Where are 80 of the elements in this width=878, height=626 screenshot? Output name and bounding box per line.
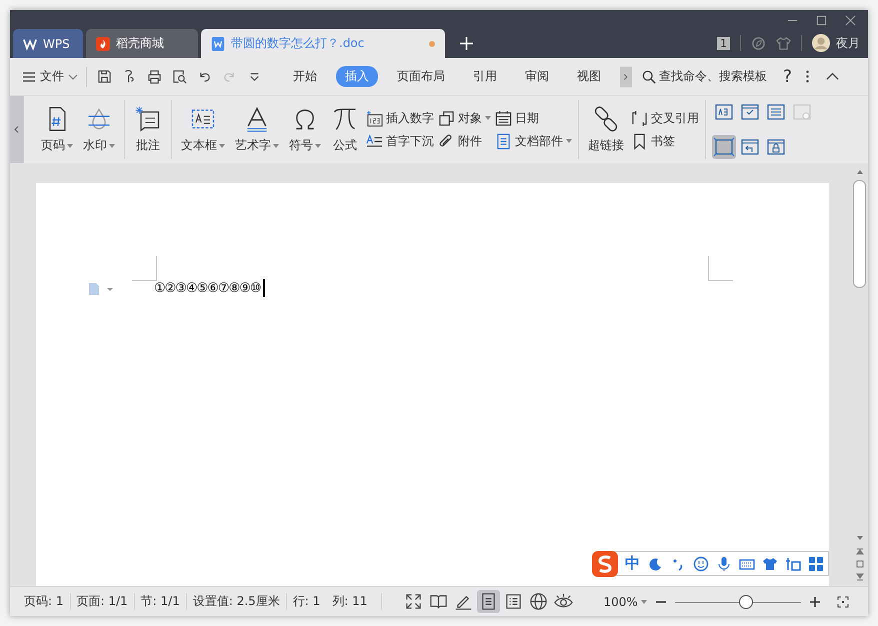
microphone-icon[interactable] xyxy=(716,556,732,572)
command-search[interactable]: 查找命令、搜索模板 xyxy=(642,68,767,85)
zoom-slider-thumb[interactable] xyxy=(739,594,754,608)
document-icon xyxy=(495,132,512,150)
close-icon[interactable] xyxy=(845,14,856,26)
link-icon xyxy=(592,105,620,133)
flame-icon xyxy=(96,36,110,50)
ribbon-button[interactable]: 水印 xyxy=(80,103,118,156)
bookmark-icon xyxy=(631,132,648,150)
ribbon-button[interactable]: 公式 xyxy=(328,103,362,156)
avatar-icon[interactable] xyxy=(812,34,830,52)
page-up-icon[interactable] xyxy=(854,546,864,556)
zoom-in-icon[interactable] xyxy=(808,596,821,608)
status-item[interactable]: 页面: 1/1 xyxy=(70,593,135,610)
page-down-icon[interactable] xyxy=(854,572,864,582)
save-icon[interactable] xyxy=(97,69,112,84)
print-preview-icon[interactable] xyxy=(172,69,187,84)
ribbon-button[interactable]: 符号 xyxy=(286,103,324,156)
margin-corner-mark xyxy=(132,256,157,281)
fit-window-icon[interactable] xyxy=(836,596,849,608)
status-item[interactable]: 页码: 1 xyxy=(18,593,70,610)
user-name[interactable]: 夜月 xyxy=(836,34,860,52)
grid-icon[interactable] xyxy=(808,556,824,572)
dropdown-arrow-icon[interactable] xyxy=(640,600,647,604)
ribbon-button[interactable]: 附件 xyxy=(438,132,491,150)
help-button[interactable]: ? xyxy=(783,66,792,86)
margin-corner-mark xyxy=(708,256,733,281)
frame-control-icon[interactable] xyxy=(712,135,736,160)
maximize-icon[interactable] xyxy=(816,14,827,26)
ribbon-button[interactable]: 书签 xyxy=(631,132,699,150)
scroll-thumb[interactable] xyxy=(853,180,866,288)
status-item[interactable]: 列: 11 xyxy=(326,593,382,610)
ribbon-tab[interactable]: 开始 xyxy=(284,66,326,87)
ribbon-tab[interactable]: 引用 xyxy=(464,66,506,87)
document-icon xyxy=(211,36,225,50)
ribbon-button[interactable]: 交叉引用 xyxy=(631,110,699,126)
ribbon-button[interactable]: 超链接 xyxy=(585,103,627,156)
document-text: ①②③④⑤⑥⑦⑧⑨⑩ xyxy=(154,280,261,296)
ribbon-button[interactable]: 对象 xyxy=(438,110,491,126)
zoom-slider[interactable] xyxy=(674,594,801,608)
new-tab-icon[interactable] xyxy=(460,37,473,50)
status-item[interactable]: 节: 1/1 xyxy=(134,593,187,610)
browse-object-icon[interactable] xyxy=(854,559,864,569)
print-icon[interactable] xyxy=(147,69,162,84)
number-icon xyxy=(366,110,383,126)
ribbon-button[interactable]: 日期 xyxy=(495,110,572,126)
object-icon xyxy=(438,110,455,126)
emoji-icon[interactable] xyxy=(693,556,709,572)
input-mode-toggle[interactable]: 中 xyxy=(625,554,640,573)
ribbon-button[interactable]: 艺术字 xyxy=(232,103,282,156)
status-item[interactable]: 设置值: 2.5厘米 xyxy=(186,593,287,610)
moon-icon[interactable] xyxy=(647,556,663,572)
ribbon-tab[interactable]: 页面布局 xyxy=(388,66,454,87)
search-icon xyxy=(642,70,656,84)
file-menu-button[interactable]: 文件 xyxy=(22,68,78,85)
caret-icon xyxy=(68,74,78,80)
window-count[interactable]: 1 xyxy=(717,36,730,50)
document-tab[interactable]: 稻壳商城 xyxy=(86,29,198,58)
shirt-icon[interactable] xyxy=(762,556,778,572)
menu-icon xyxy=(22,70,36,84)
comment-icon xyxy=(134,105,162,133)
ribbon-button[interactable]: 文本框 xyxy=(178,103,228,156)
ribbon-button[interactable]: 插入数字 xyxy=(366,110,434,126)
paragraph-handle-icon[interactable] xyxy=(88,282,114,296)
page-view-icon[interactable] xyxy=(477,590,500,613)
ribbon-tab[interactable]: 视图 xyxy=(568,66,610,87)
ribbon-button[interactable]: 批注 xyxy=(131,103,165,156)
brackets-icon xyxy=(631,110,648,126)
shirt-icon[interactable] xyxy=(776,36,791,50)
ribbon-tab[interactable]: 审阅 xyxy=(516,66,558,87)
ribbon-button[interactable]: 文档部件 xyxy=(495,132,572,150)
zoom-value[interactable]: 100% xyxy=(603,594,638,608)
document-tab[interactable]: WPS xyxy=(13,29,83,58)
drop-cap-icon xyxy=(366,132,383,150)
ribbon-button[interactable]: 页码 xyxy=(38,103,76,156)
calendar-icon xyxy=(495,110,512,126)
status-item[interactable]: 行: 1 xyxy=(286,593,326,610)
ribbon-button[interactable]: 首字下沉 xyxy=(366,132,434,150)
wps-logo-icon xyxy=(23,36,37,50)
leaf-icon[interactable] xyxy=(751,36,766,50)
